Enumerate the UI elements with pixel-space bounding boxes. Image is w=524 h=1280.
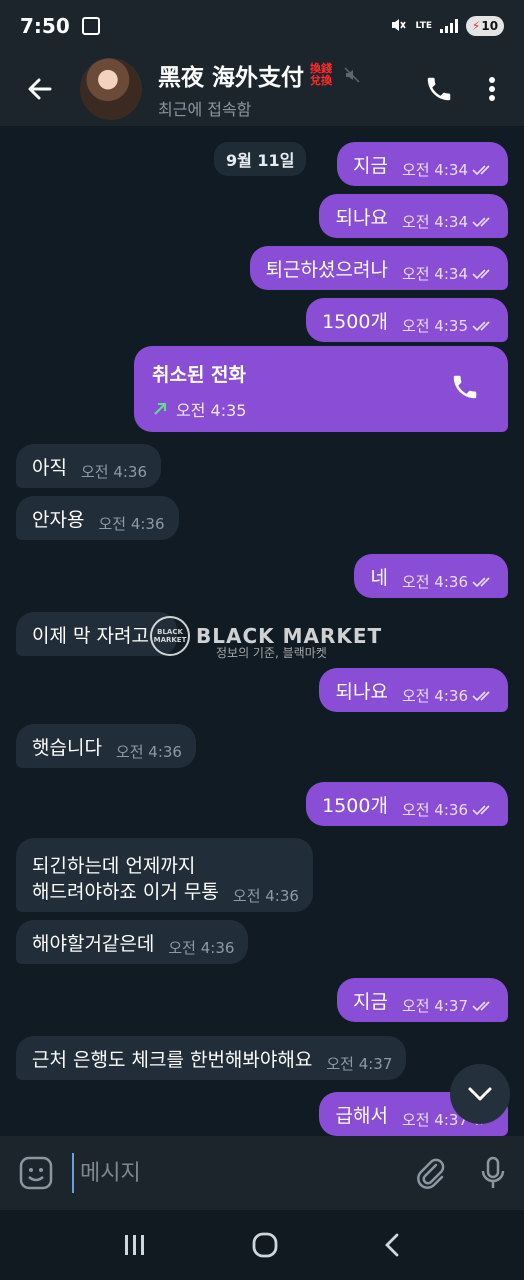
message-time: 오전 4:37 bbox=[326, 1055, 393, 1073]
message-text: 1500개 bbox=[322, 795, 388, 817]
message-in[interactable]: 아직 오전 4:36 bbox=[16, 444, 162, 488]
battery-level: 10 bbox=[481, 19, 499, 33]
message-time: 오전 4:37 bbox=[401, 997, 468, 1015]
menu-icon[interactable] bbox=[123, 1234, 147, 1256]
status-time: 7:50 bbox=[20, 14, 70, 38]
message-time: 오전 4:36 bbox=[98, 515, 165, 533]
watermark-subtitle: 정보의 기준, 블랙마켓 bbox=[216, 646, 327, 660]
message-out[interactable]: 지금 오전 4:34 bbox=[336, 142, 508, 186]
cancelled-call-message[interactable]: 취소된 전화 오전 4:35 bbox=[134, 346, 508, 432]
home-icon[interactable] bbox=[252, 1232, 278, 1258]
message-text: 되나요 bbox=[335, 207, 388, 229]
message-text: 지금 bbox=[352, 991, 388, 1013]
attach-icon[interactable] bbox=[416, 1157, 446, 1189]
message-out[interactable]: 퇴근하셨으려나 오전 4:34 bbox=[249, 246, 508, 290]
emoji-icon[interactable] bbox=[18, 1155, 54, 1191]
back-button[interactable] bbox=[0, 52, 80, 126]
chat-header: 黑夜 海外支付 換錢 兌換 최근에 접속함 bbox=[0, 52, 524, 126]
message-text: 되나요 bbox=[335, 681, 388, 703]
back-arrow-icon bbox=[28, 78, 52, 100]
avatar[interactable] bbox=[80, 58, 142, 120]
message-text: 되긴하는데 언제까지 해드려야하죠 이거 무통 bbox=[32, 855, 219, 903]
system-navigation-bar bbox=[0, 1210, 524, 1280]
scroll-to-bottom-button[interactable] bbox=[450, 1064, 510, 1124]
chat-area[interactable]: 9월 11일 지금 오전 4:34 되나요 오전 4:34 퇴근하셨으려나 오전… bbox=[0, 126, 524, 1136]
message-in[interactable]: 안자용 오전 4:36 bbox=[16, 496, 179, 540]
vibrate-icon bbox=[389, 16, 407, 37]
signal-icon bbox=[440, 19, 458, 33]
message-out[interactable]: 1500개 오전 4:35 bbox=[306, 298, 508, 342]
message-in[interactable]: 해야할거같은데 오전 4:36 bbox=[16, 920, 249, 964]
chat-title: 黑夜 海外支付 bbox=[158, 65, 305, 91]
message-time: 오전 4:34 bbox=[401, 213, 468, 231]
message-text: 1500개 bbox=[322, 311, 388, 333]
call-time: 오전 4:35 bbox=[176, 401, 247, 420]
read-ticks-icon bbox=[472, 577, 490, 588]
message-out[interactable]: 되나요 오전 4:34 bbox=[319, 194, 508, 238]
message-text: 지금 bbox=[352, 155, 388, 177]
message-text: 급해서 bbox=[335, 1105, 388, 1127]
read-ticks-icon bbox=[472, 1001, 490, 1012]
message-text: 네 bbox=[370, 567, 388, 589]
phone-icon[interactable] bbox=[424, 74, 454, 104]
message-text: 근처 은행도 체크를 한번해봐야해요 bbox=[32, 1049, 313, 1071]
message-text: 아직 bbox=[32, 457, 67, 479]
chevron-down-icon bbox=[468, 1087, 492, 1101]
chat-title-block[interactable]: 黑夜 海外支付 換錢 兌換 최근에 접속함 bbox=[158, 58, 424, 120]
message-text: 햇습니다 bbox=[32, 737, 102, 759]
status-bar: 7:50 LTE ⚡ 10 bbox=[0, 0, 524, 52]
message-out[interactable]: 1500개 오전 4:36 bbox=[306, 782, 508, 826]
read-ticks-icon bbox=[472, 269, 490, 280]
last-seen: 최근에 접속함 bbox=[158, 100, 252, 119]
read-ticks-icon bbox=[472, 165, 490, 176]
message-out[interactable]: 네 오전 4:36 bbox=[354, 554, 508, 598]
network-label: LTE bbox=[415, 21, 432, 31]
message-time: 오전 4:36 bbox=[232, 887, 299, 905]
message-time: 오전 4:36 bbox=[168, 939, 235, 957]
message-time: 오전 4:36 bbox=[401, 573, 468, 591]
message-text: 퇴근하셨으려나 bbox=[265, 259, 388, 281]
message-in[interactable]: 햇습니다 오전 4:36 bbox=[16, 724, 196, 768]
call-title: 취소된 전화 bbox=[152, 364, 247, 386]
screen-capture-icon bbox=[81, 17, 100, 35]
battery-indicator: ⚡ 10 bbox=[466, 16, 504, 36]
message-out[interactable]: 지금 오전 4:37 bbox=[336, 978, 508, 1022]
watermark-logo-text: BLACK MARKET bbox=[153, 628, 187, 644]
message-in[interactable]: 근처 은행도 체크를 한번해봐야해요 오전 4:37 bbox=[16, 1036, 407, 1080]
message-time: 오전 4:36 bbox=[80, 463, 148, 481]
date-separator: 9월 11일 bbox=[214, 142, 307, 176]
call-phone-icon[interactable] bbox=[450, 372, 480, 402]
watermark: BLACK MARKET BLACK MARKET 정보의 기준, 블랙마켓 bbox=[150, 616, 382, 660]
back-icon[interactable] bbox=[383, 1232, 401, 1258]
message-text: 안자용 bbox=[32, 509, 85, 531]
title-tag: 換錢 兌換 bbox=[310, 62, 333, 87]
message-out[interactable]: 되나요 오전 4:36 bbox=[319, 668, 508, 712]
message-composer bbox=[0, 1136, 524, 1210]
outgoing-call-arrow-icon bbox=[154, 403, 166, 415]
read-ticks-icon bbox=[472, 217, 490, 228]
read-ticks-icon bbox=[472, 691, 490, 702]
mic-icon[interactable] bbox=[480, 1156, 506, 1190]
read-ticks-icon bbox=[472, 805, 490, 816]
message-in[interactable]: 되긴하는데 언제까지 해드려야하죠 이거 무통 오전 4:36 bbox=[16, 838, 313, 912]
more-icon[interactable] bbox=[488, 76, 496, 102]
message-time: 오전 4:34 bbox=[401, 265, 468, 283]
message-time: 오전 4:34 bbox=[401, 161, 468, 179]
read-ticks-icon bbox=[472, 321, 490, 332]
message-text: 이제 막 자려고 bbox=[32, 625, 149, 647]
watermark-logo: BLACK MARKET bbox=[150, 616, 190, 656]
message-time: 오전 4:36 bbox=[401, 801, 468, 819]
mute-icon bbox=[344, 67, 360, 83]
message-time: 오전 4:35 bbox=[401, 317, 468, 335]
message-time: 오전 4:36 bbox=[401, 687, 468, 705]
message-time: 오전 4:36 bbox=[115, 743, 182, 761]
message-text: 해야할거같은데 bbox=[32, 933, 155, 955]
message-input[interactable] bbox=[72, 1153, 404, 1193]
status-indicators: LTE ⚡ 10 bbox=[389, 16, 504, 37]
